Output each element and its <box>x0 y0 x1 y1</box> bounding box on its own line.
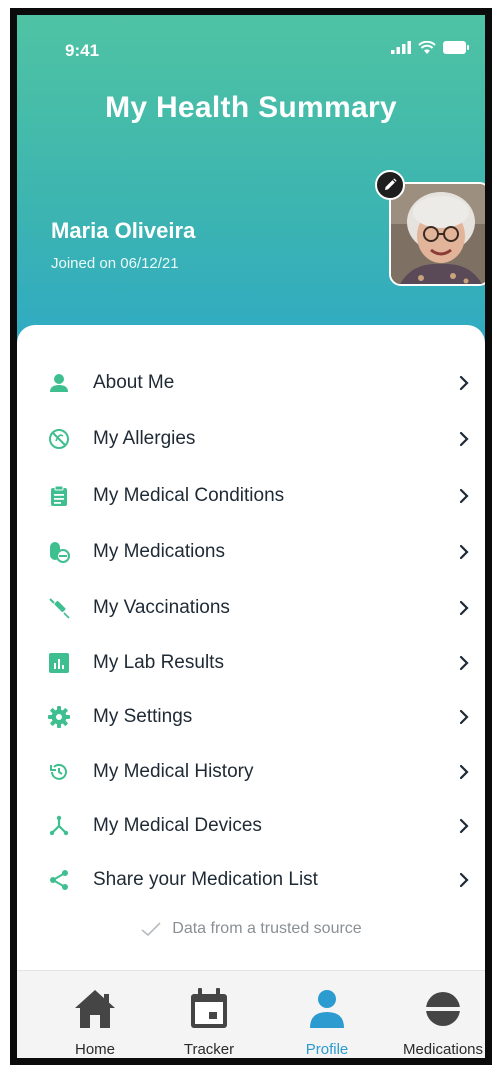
gear-icon <box>45 703 73 731</box>
menu-item-vaccinations[interactable]: My Vaccinations <box>17 583 485 633</box>
pill-icon <box>45 538 73 566</box>
share-icon <box>45 866 73 894</box>
menu-label: My Medical Devices <box>93 815 262 836</box>
chevron-right-icon <box>455 543 473 561</box>
avatar[interactable] <box>389 182 485 286</box>
trusted-source-text: Data from a trusted source <box>172 920 362 937</box>
menu-label: Share your Medication List <box>93 869 318 890</box>
history-icon <box>45 758 73 786</box>
chevron-right-icon <box>455 654 473 672</box>
menu-item-medical-history[interactable]: My Medical History <box>17 747 485 797</box>
profile-icon <box>305 987 349 1031</box>
page-title: My Health Summary <box>105 91 397 124</box>
menu-label: About Me <box>93 372 175 393</box>
edit-photo-button[interactable] <box>375 170 405 200</box>
chevron-right-icon <box>455 708 473 726</box>
menu-label: My Settings <box>93 706 193 727</box>
bottom-tab-bar: Home Tracker Profile Medications <box>17 970 485 1058</box>
chevron-right-icon <box>455 599 473 617</box>
tab-tracker[interactable]: Tracker <box>149 971 269 1058</box>
chevron-right-icon <box>455 374 473 392</box>
menu-item-lab-results[interactable]: My Lab Results <box>17 638 485 688</box>
menu-item-allergies[interactable]: My Allergies <box>17 414 485 464</box>
pencil-icon <box>385 178 397 190</box>
status-time: 9:41 <box>65 41 100 60</box>
tab-home[interactable]: Home <box>35 971 155 1058</box>
menu-item-medical-conditions[interactable]: My Medical Conditions <box>17 471 485 521</box>
menu-label: My Allergies <box>93 428 196 449</box>
menu-item-medical-devices[interactable]: My Medical Devices <box>17 801 485 851</box>
calendar-icon <box>187 987 231 1031</box>
menu-label: My Vaccinations <box>93 597 230 618</box>
menu-item-share-medication-list[interactable]: Share your Medication List <box>17 855 485 905</box>
chevron-right-icon <box>455 487 473 505</box>
user-name: Maria Oliveira <box>51 218 196 243</box>
allergy-icon <box>45 425 73 453</box>
tab-label: Home <box>74 1041 115 1058</box>
status-icons <box>391 41 469 54</box>
chevron-right-icon <box>455 763 473 781</box>
menu-item-medications[interactable]: My Medications <box>17 527 485 577</box>
tab-label: Profile <box>305 1041 349 1058</box>
clipboard-icon <box>45 482 73 510</box>
header: 9:41 My Health Summary Maria Oliveira Jo… <box>17 15 485 355</box>
menu-label: My Lab Results <box>93 652 224 673</box>
menu-item-about-me[interactable]: About Me <box>17 358 485 408</box>
tab-label: Medications <box>402 1041 484 1058</box>
syringe-icon <box>45 594 73 622</box>
signal-icon <box>391 41 411 54</box>
checkmark-icon <box>141 922 161 937</box>
phone-frame: 9:41 My Health Summary Maria Oliveira Jo… <box>10 8 492 1065</box>
tab-label: Tracker <box>183 1041 235 1058</box>
menu-item-settings[interactable]: My Settings <box>17 692 485 742</box>
chart-icon <box>45 649 73 677</box>
trusted-source-note: Data from a trusted source <box>17 920 485 938</box>
device-icon <box>45 812 73 840</box>
battery-icon <box>443 41 469 54</box>
wifi-icon <box>418 41 436 54</box>
tab-profile[interactable]: Profile <box>267 971 387 1058</box>
home-icon <box>73 987 117 1031</box>
chevron-right-icon <box>455 430 473 448</box>
capsule-icon <box>421 987 465 1031</box>
menu-label: My Medical History <box>93 761 254 782</box>
menu-label: My Medications <box>93 541 225 562</box>
chevron-right-icon <box>455 871 473 889</box>
person-icon <box>45 369 73 397</box>
joined-date: Joined on 06/12/21 <box>51 255 179 272</box>
tab-medications[interactable]: Medications <box>383 971 485 1058</box>
avatar-photo <box>391 184 485 284</box>
menu-label: My Medical Conditions <box>93 485 285 506</box>
chevron-right-icon <box>455 817 473 835</box>
